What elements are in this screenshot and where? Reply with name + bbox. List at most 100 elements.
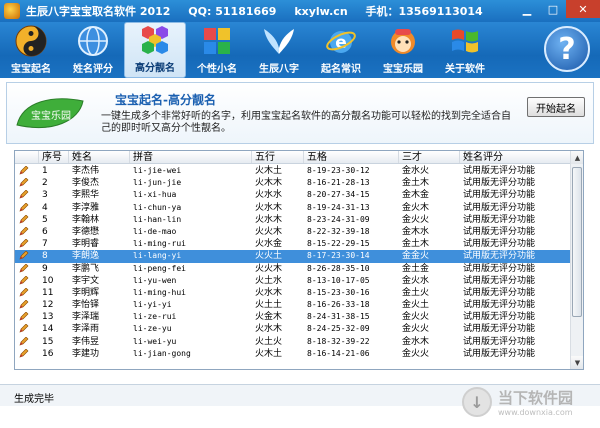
table-row[interactable]: 10 李宇文 li-yu-wen 火土水 8-13-10-17-05 金火水 试用版无评分功… xyxy=(15,275,571,287)
table-cell: li-de-mao xyxy=(133,226,177,236)
toolbar-about[interactable]: 关于软件 xyxy=(434,22,496,78)
pencil-icon xyxy=(15,226,39,238)
toolbar-label: 关于软件 xyxy=(445,64,485,75)
table-cell: 8-19-23-30-12 xyxy=(307,166,370,175)
vertical-scrollbar[interactable]: ▲ ▼ xyxy=(570,151,583,369)
table-cell: 13 xyxy=(42,312,54,323)
column-header[interactable]: 姓名 xyxy=(69,151,130,163)
table-cell: 8-18-32-39-22 xyxy=(307,336,370,346)
table-cell: 李杰伟 xyxy=(72,166,100,176)
table-row[interactable]: 5 李翰林 li-han-lin 火水木 8-23-24-31-09 金火火 试用版无评分功… xyxy=(15,214,571,226)
table-cell: 李泽雨 xyxy=(72,324,100,335)
toolbar-naming-tips[interactable]: e 起名常识 xyxy=(310,22,372,78)
scroll-up-arrow[interactable]: ▲ xyxy=(571,151,583,164)
table-row[interactable]: 16 李建功 li-jian-gong 火木土 8-16-14-21-06 金火火 试用版无… xyxy=(15,348,571,360)
pencil-icon xyxy=(15,202,39,214)
table-cell: 8-24-25-32-09 xyxy=(307,324,370,334)
app-name: 生辰八字宝宝取名软件 2012 xyxy=(26,5,171,18)
table-row[interactable]: 8 李朗逸 li-lang-yi 火火土 8-17-23-30-14 金金火 试用版无评分功… xyxy=(15,250,571,263)
table-cell: 李德懋 xyxy=(72,226,100,237)
table-cell: 8-22-32-39-18 xyxy=(307,226,370,236)
table-cell: 李怡铎 xyxy=(72,300,100,311)
table-row[interactable]: 13 李泽瑞 li-ze-rui 火金木 8-24-31-38-15 金火火 试用版无评分功… xyxy=(15,311,571,323)
table-row[interactable]: 11 李明辉 li-ming-hui 火水木 8-15-23-30-16 金土火 试用版无评… xyxy=(15,287,571,299)
close-button[interactable]: ✕ xyxy=(566,0,600,18)
table-cell: 金木金 xyxy=(402,190,430,201)
table-cell: 8-13-10-17-05 xyxy=(307,275,370,285)
names-table: 序号 姓名 拼音 五行 五格 三才 姓名评分 1 李杰伟 li-jie-wei 火木土… xyxy=(14,150,584,370)
table-cell: 火水木 xyxy=(255,287,283,298)
table-row[interactable]: 4 李淳雅 li-chun-ya 火水木 8-19-24-31-13 金火木 试用版无评分功… xyxy=(15,202,571,214)
table-cell: 8-24-31-38-15 xyxy=(307,312,370,322)
toolbar-label: 高分靓名 xyxy=(135,63,175,74)
table-cell: 11 xyxy=(42,287,54,298)
table-cell: 8-23-24-31-09 xyxy=(307,214,370,224)
table-cell: 火木木 xyxy=(255,178,283,189)
pencil-icon xyxy=(15,299,39,311)
table-cell: 火火木 xyxy=(255,226,283,237)
table-cell: 李明睿 xyxy=(72,239,100,250)
toolbar-name-score[interactable]: 姓名评分 xyxy=(62,22,124,78)
pencil-icon xyxy=(15,287,39,299)
column-header[interactable]: 五行 xyxy=(252,151,304,163)
column-header[interactable] xyxy=(15,151,39,163)
table-cell: 1 xyxy=(42,166,48,176)
scroll-down-arrow[interactable]: ▼ xyxy=(571,356,583,369)
maximize-button[interactable]: □ xyxy=(540,0,566,18)
column-header[interactable]: 姓名评分 xyxy=(460,151,571,163)
column-header[interactable]: 五格 xyxy=(304,151,399,163)
toolbar-baby-park[interactable]: 宝宝乐园 xyxy=(372,22,434,78)
column-header[interactable]: 三才 xyxy=(399,151,460,163)
toolbar-nickname[interactable]: 个性小名 xyxy=(186,22,248,78)
table-cell: 金水火 xyxy=(402,166,430,176)
table-cell: 金火木 xyxy=(402,202,430,213)
status-text: 生成完毕 xyxy=(14,394,54,405)
table-cell: li-ming-hui xyxy=(133,287,186,297)
table-cell: 火木土 xyxy=(255,348,283,359)
table-row[interactable]: 1 李杰伟 li-jie-wei 火木土 8-19-23-30-12 金水火 试用版无评分功… xyxy=(15,165,571,177)
table-cell: li-lang-yi xyxy=(133,251,182,261)
table-row[interactable]: 14 李泽雨 li-ze-yu 火水木 8-24-25-32-09 金火火 试用版无评分功能 xyxy=(15,323,571,335)
scroll-thumb[interactable] xyxy=(572,167,582,317)
table-cell: 试用版无评分功能 xyxy=(463,226,536,237)
ie-icon: e xyxy=(323,24,359,58)
minimize-button[interactable]: ▁ xyxy=(514,0,540,18)
table-cell: 8-17-23-30-14 xyxy=(307,251,370,261)
watermark: ↓ 当下软件园 www.downxia.com xyxy=(462,380,598,424)
puzzle-icon xyxy=(199,24,235,58)
table-cell: 李伟昱 xyxy=(72,336,100,347)
table-row[interactable]: 12 李怡铎 li-yi-yi 火土土 8-16-26-33-18 金火土 试用版无评分功能 xyxy=(15,299,571,311)
table-cell: 金火水 xyxy=(402,275,430,286)
table-cell: 16 xyxy=(42,348,54,359)
table-cell: 3 xyxy=(42,190,48,201)
table-cell: li-chun-ya xyxy=(133,202,182,212)
mascot-icon xyxy=(385,24,421,58)
column-header[interactable]: 拼音 xyxy=(130,151,252,163)
table-cell: 试用版无评分功能 xyxy=(463,275,536,286)
page-title: 宝宝起名-高分靓名 xyxy=(115,93,216,107)
toolbar-baby-naming[interactable]: 宝宝起名 xyxy=(0,22,62,78)
table-cell: 试用版无评分功能 xyxy=(463,214,536,225)
table-cell: 8 xyxy=(42,251,48,262)
table-row[interactable]: 15 李伟昱 li-wei-yu 火土火 8-18-32-39-22 金水木 试用版无评分功… xyxy=(15,336,571,348)
toolbar-birth-chart[interactable]: 生辰八字 xyxy=(248,22,310,78)
table-cell: 金土木 xyxy=(402,239,430,250)
toolbar-high-score-names[interactable]: 高分靓名 xyxy=(124,22,186,78)
table-cell: li-wei-yu xyxy=(133,336,177,346)
table-cell: 火水木 xyxy=(255,202,283,213)
column-header[interactable]: 序号 xyxy=(39,151,69,163)
table-row[interactable]: 9 李鹏飞 li-peng-fei 火火木 8-26-28-35-10 金土金 试用版无评分… xyxy=(15,263,571,275)
table-cell: 火木土 xyxy=(255,166,283,176)
windows-logo-icon xyxy=(447,24,483,58)
pencil-icon xyxy=(15,275,39,287)
help-button[interactable]: ? xyxy=(544,26,590,72)
table-cell: 金金火 xyxy=(402,251,430,262)
start-naming-button[interactable]: 开始起名 xyxy=(527,97,585,117)
toolbar-label: 起名常识 xyxy=(321,64,361,75)
table-header: 序号 姓名 拼音 五行 五格 三才 姓名评分 xyxy=(15,151,571,164)
table-cell: 试用版无评分功能 xyxy=(463,348,536,359)
table-row[interactable]: 3 李熙华 li-xi-hua 火水水 8-20-27-34-15 金木金 试用版无评分功能 xyxy=(15,189,571,201)
table-row[interactable]: 6 李德懋 li-de-mao 火火木 8-22-32-39-18 金木水 试用版无评分功能 xyxy=(15,226,571,238)
table-row[interactable]: 2 李俊杰 li-jun-jie 火木木 8-16-21-28-13 金土木 试用版无评分功… xyxy=(15,177,571,189)
table-row[interactable]: 7 李明睿 li-ming-rui 火水金 8-15-22-29-15 金土木 试用版无评分… xyxy=(15,238,571,250)
